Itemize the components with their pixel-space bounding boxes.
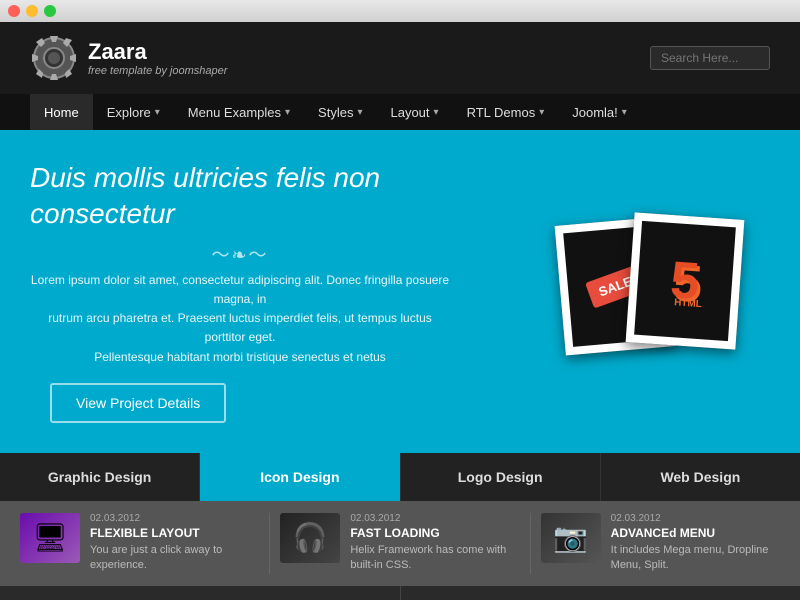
site-name: Zaara bbox=[88, 39, 227, 65]
feature-date-2: 02.03.2012 bbox=[350, 513, 519, 524]
feature-date-3: 02.03.2012 bbox=[611, 513, 780, 524]
tagline: free template by joomshaper bbox=[88, 65, 227, 77]
feature-advanced-menu: 📷 02.03.2012 ADVANCEd MENU It includes M… bbox=[541, 513, 780, 574]
feature-content-3: 02.03.2012 ADVANCEd MENU It includes Meg… bbox=[611, 513, 780, 574]
hero-images: SALE 5 HTML bbox=[550, 211, 770, 371]
feature-thumb-camera: 📷 bbox=[541, 513, 601, 563]
feature-flexible-layout: 🖥 02.03.2012 FLEXIBLE LAYOUT You are jus… bbox=[20, 513, 259, 574]
feature-date-1: 02.03.2012 bbox=[90, 513, 259, 524]
page: Zaara free template by joomshaper Home E… bbox=[0, 22, 800, 600]
logo-text: Zaara free template by joomshaper bbox=[88, 39, 227, 77]
chevron-down-icon: ▾ bbox=[155, 107, 160, 118]
chevron-down-icon: ▾ bbox=[539, 107, 544, 118]
bottom-right: Login Module bbox=[401, 586, 800, 600]
logo-area: Zaara free template by joomshaper bbox=[30, 34, 227, 82]
feature-desc-3: It includes Mega menu, Dropline Menu, Sp… bbox=[611, 543, 780, 574]
tab-web-design[interactable]: Web Design bbox=[601, 453, 800, 501]
nav-item-menu-examples[interactable]: Menu Examples ▾ bbox=[174, 94, 304, 130]
feature-divider-2 bbox=[530, 513, 531, 574]
hero-text: Duis mollis ultricies felis non consecte… bbox=[30, 160, 450, 423]
headphone-icon: 🎧 bbox=[293, 521, 328, 554]
os-minimize-dot[interactable] bbox=[26, 5, 38, 17]
nav-item-joomla[interactable]: Joomla! ▾ bbox=[558, 94, 641, 130]
feature-content-2: 02.03.2012 FAST LOADING Helix Framework … bbox=[350, 513, 519, 574]
html5-badge: 5 HTML bbox=[668, 250, 701, 312]
monitor-icon: 🖥 bbox=[32, 521, 68, 554]
features-row: 🖥 02.03.2012 FLEXIBLE LAYOUT You are jus… bbox=[0, 501, 800, 586]
polaroid-right: 5 HTML bbox=[626, 213, 745, 350]
feature-desc-2: Helix Framework has come with built-in C… bbox=[350, 543, 519, 574]
os-bar bbox=[0, 0, 800, 22]
feature-title-1: FLEXIBLE LAYOUT bbox=[90, 526, 259, 540]
service-tabs: Graphic Design Icon Design Logo Design W… bbox=[0, 453, 800, 501]
nav-item-rtl-demos[interactable]: RTL Demos ▾ bbox=[453, 94, 559, 130]
search-input[interactable] bbox=[650, 46, 770, 70]
feature-title-2: FAST LOADING bbox=[350, 526, 519, 540]
chevron-down-icon: ▾ bbox=[285, 107, 290, 118]
hero-title: Duis mollis ultricies felis non consecte… bbox=[30, 160, 450, 233]
feature-desc-1: You are just a click away to experience. bbox=[90, 543, 259, 574]
gear-icon bbox=[30, 34, 78, 82]
os-maximize-dot bbox=[44, 5, 56, 17]
bottom-left: 15 High quality web design bbox=[0, 586, 401, 600]
feature-thumb-monitor: 🖥 bbox=[20, 513, 80, 563]
hero-divider: 〜❧〜 bbox=[30, 241, 450, 267]
chevron-down-icon: ▾ bbox=[434, 107, 439, 118]
chevron-down-icon: ▾ bbox=[357, 107, 362, 118]
nav-item-layout[interactable]: Layout ▾ bbox=[376, 94, 452, 130]
chevron-down-icon: ▾ bbox=[622, 107, 627, 118]
feature-divider-1 bbox=[269, 513, 270, 574]
bottom-row: 15 High quality web design Login Module bbox=[0, 586, 800, 600]
hero-banner: Duis mollis ultricies felis non consecte… bbox=[0, 130, 800, 453]
feature-content-1: 02.03.2012 FLEXIBLE LAYOUT You are just … bbox=[90, 513, 259, 574]
tab-logo-design[interactable]: Logo Design bbox=[401, 453, 601, 501]
nav-item-styles[interactable]: Styles ▾ bbox=[304, 94, 376, 130]
nav-item-home[interactable]: Home bbox=[30, 94, 93, 130]
feature-fast-loading: 🎧 02.03.2012 FAST LOADING Helix Framewor… bbox=[280, 513, 519, 574]
camera-icon: 📷 bbox=[553, 521, 588, 554]
view-project-details-button[interactable]: View Project Details bbox=[50, 383, 226, 423]
feature-thumb-headphone: 🎧 bbox=[280, 513, 340, 563]
header: Zaara free template by joomshaper bbox=[0, 22, 800, 94]
os-close-dot[interactable] bbox=[8, 5, 20, 17]
nav: Home Explore ▾ Menu Examples ▾ Styles ▾ … bbox=[0, 94, 800, 130]
tab-icon-design[interactable]: Icon Design bbox=[200, 453, 400, 501]
feature-title-3: ADVANCEd MENU bbox=[611, 526, 780, 540]
tab-graphic-design[interactable]: Graphic Design bbox=[0, 453, 200, 501]
nav-item-explore[interactable]: Explore ▾ bbox=[93, 94, 174, 130]
hero-description: Lorem ipsum dolor sit amet, consectetur … bbox=[30, 271, 450, 367]
